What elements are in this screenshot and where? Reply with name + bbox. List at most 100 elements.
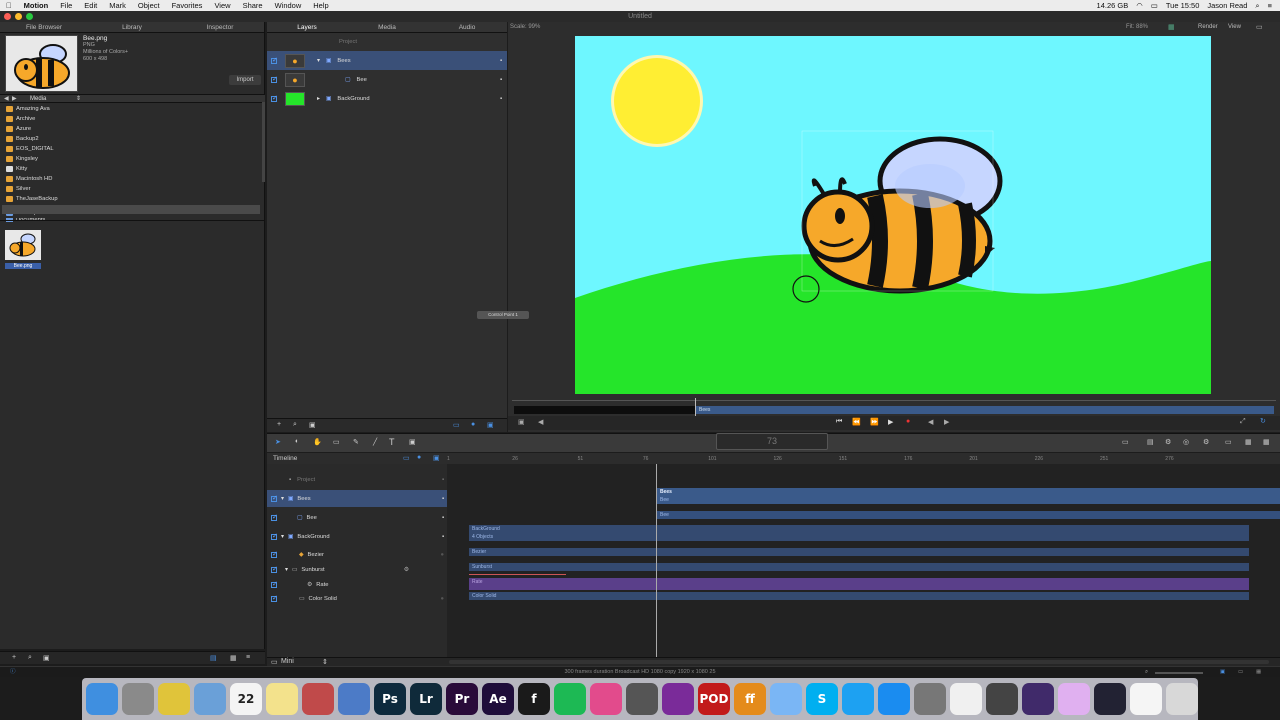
project-row[interactable]: Project [267,35,507,49]
tl-row-project[interactable]: ▪ Project ▪ [267,471,447,488]
folder-item[interactable]: Amazing Ava [6,106,50,112]
hud-icon[interactable]: ▭ [1225,438,1232,446]
layer-name[interactable]: Bee [356,77,366,83]
timecode-display[interactable]: 73 [716,433,828,450]
menu-help[interactable]: Help [307,1,334,10]
tab-library[interactable]: Library [88,22,176,32]
keyframe-curve[interactable] [469,573,566,575]
color-channel-icon[interactable]: ▦ [1168,23,1175,31]
motion-icon[interactable] [662,683,694,715]
group-view-icon[interactable]: ▭ [453,421,460,429]
lock-icon[interactable]: ▪ [442,477,444,483]
tab-media[interactable]: Media [347,22,427,32]
fit-popup[interactable]: Fit: 88% [1126,24,1148,30]
audio-play-icon[interactable]: ▶ [944,418,949,426]
panel-icon[interactable]: ▦ [1245,438,1252,446]
calendar-icon[interactable]: 22 [230,683,262,715]
user-name[interactable]: Jason Read [1207,1,1247,10]
view-option-icon[interactable]: ▣ [1220,667,1225,678]
list-view-icon[interactable]: ▤ [210,654,217,662]
preview-icon[interactable] [194,683,226,715]
menu-mark[interactable]: Mark [103,1,132,10]
notes-icon[interactable] [266,683,298,715]
xcode-icon[interactable] [338,683,370,715]
grid-view-icon[interactable]: ▦ [230,654,237,662]
zoom-window-button[interactable] [26,13,33,20]
add-icon[interactable]: + [12,654,16,661]
library-icon[interactable]: ▭ [1122,438,1129,446]
preview-icon[interactable]: ▣ [43,654,50,662]
notification-icon[interactable]: ≡ [1268,1,1272,10]
podcast-icon[interactable]: POD [698,683,730,715]
chevron-icon[interactable]: ⇕ [322,658,328,666]
photoshop-icon[interactable]: Ps [374,683,406,715]
folder-item[interactable]: Kingsley [6,156,38,162]
folder-item[interactable]: Kitty [6,166,27,172]
lock-icon[interactable]: ▪ [442,515,444,521]
search-icon[interactable]: ⌕ [28,654,32,662]
visibility-checkbox[interactable] [271,494,278,502]
goto-start-icon[interactable]: ⏮ [836,418,842,426]
disclosure-triangle-icon[interactable]: ▾ [281,496,284,502]
layer-row-bees[interactable]: ● ▾ ▣ Bees ▪ [267,51,507,70]
add-layer-icon[interactable]: + [277,421,281,428]
track-sunburst[interactable]: Sunburst [469,563,1249,571]
menu-window[interactable]: Window [269,1,308,10]
launchpad-icon[interactable] [122,683,154,715]
tab-audio[interactable]: Audio [427,22,507,32]
timeline-scrollbar[interactable] [449,660,1269,664]
text-tool-icon[interactable]: T [389,437,395,447]
tl-row-bee[interactable]: ▢ Bee ▪ [267,509,447,526]
layer-row-background[interactable]: ▸ ▣ BackGround ▪ [267,89,507,108]
folder-item[interactable]: Macintosh HD [6,176,52,182]
track-bees[interactable]: Bees Bee [657,488,1280,504]
storage-status[interactable]: 14.26 GB [1097,1,1129,10]
media-popup[interactable]: Media [30,95,46,104]
visibility-checkbox[interactable] [271,75,278,83]
visibility-checkbox[interactable] [271,532,278,540]
info-icon[interactable]: ⓘ [10,667,16,678]
mini-timeline-toggle-icon[interactable]: ▣ [518,418,525,426]
lock-icon[interactable]: ▪ [442,534,444,540]
chevron-updown-icon[interactable]: ⇕ [76,95,81,104]
disclosure-triangle-icon[interactable]: ▾ [317,58,320,64]
layout-option-icon[interactable]: ▭ [1238,667,1243,678]
transform-tool-icon[interactable]: ◐ [295,438,299,445]
appstore-icon[interactable] [878,683,910,715]
share-icon[interactable]: ▤ [1147,438,1154,446]
mini-icon[interactable]: ▭ [271,658,278,666]
show-masks-icon[interactable]: ▣ [433,454,440,462]
render-popup[interactable]: Render [1198,24,1218,30]
loop-playback-icon[interactable]: ↻ [1260,417,1266,425]
back-arrow-icon[interactable]: ◀ [4,95,9,104]
lock-icon[interactable]: ▪ [500,96,502,102]
iphoto-icon[interactable] [626,683,658,715]
photos-icon[interactable] [950,683,982,715]
zoom-out-icon[interactable]: ⌕ [1145,667,1148,678]
disclosure-triangle-icon[interactable]: ▾ [285,567,288,573]
folder-item[interactable]: Backup2 [6,136,39,142]
spotify-icon[interactable] [554,683,586,715]
itunes-icon[interactable] [590,683,622,715]
colorsync-icon[interactable] [1058,683,1090,715]
loop-icon[interactable]: ◀ [928,418,933,426]
track-background[interactable]: BackGround 4 Objects [469,525,1249,541]
audio-icon[interactable]: ◀ [538,418,543,426]
visibility-checkbox[interactable] [271,94,278,102]
imovie-icon[interactable] [1022,683,1054,715]
disclosure-triangle-icon[interactable]: ▾ [281,534,284,540]
visibility-checkbox[interactable] [271,565,278,573]
import-button[interactable]: Import [229,75,261,85]
davinci-icon[interactable] [302,683,334,715]
mini-timeline-bar[interactable]: Bees [696,406,1274,414]
tab-layers[interactable]: Layers [267,22,347,32]
battery-icon[interactable]: ▭ [1151,1,1158,10]
shape-tool-icon[interactable]: ▭ [333,438,340,446]
menu-icon[interactable]: ≡ [246,654,250,661]
layout-icon[interactable]: ▭ [1256,23,1263,31]
tab-inspector[interactable]: Inspector [176,22,264,32]
view-popup[interactable]: View [1228,24,1241,30]
behaviors-icon[interactable]: ⚙ [1165,438,1171,446]
mini-playhead[interactable] [695,398,696,416]
menu-view[interactable]: View [208,1,236,10]
